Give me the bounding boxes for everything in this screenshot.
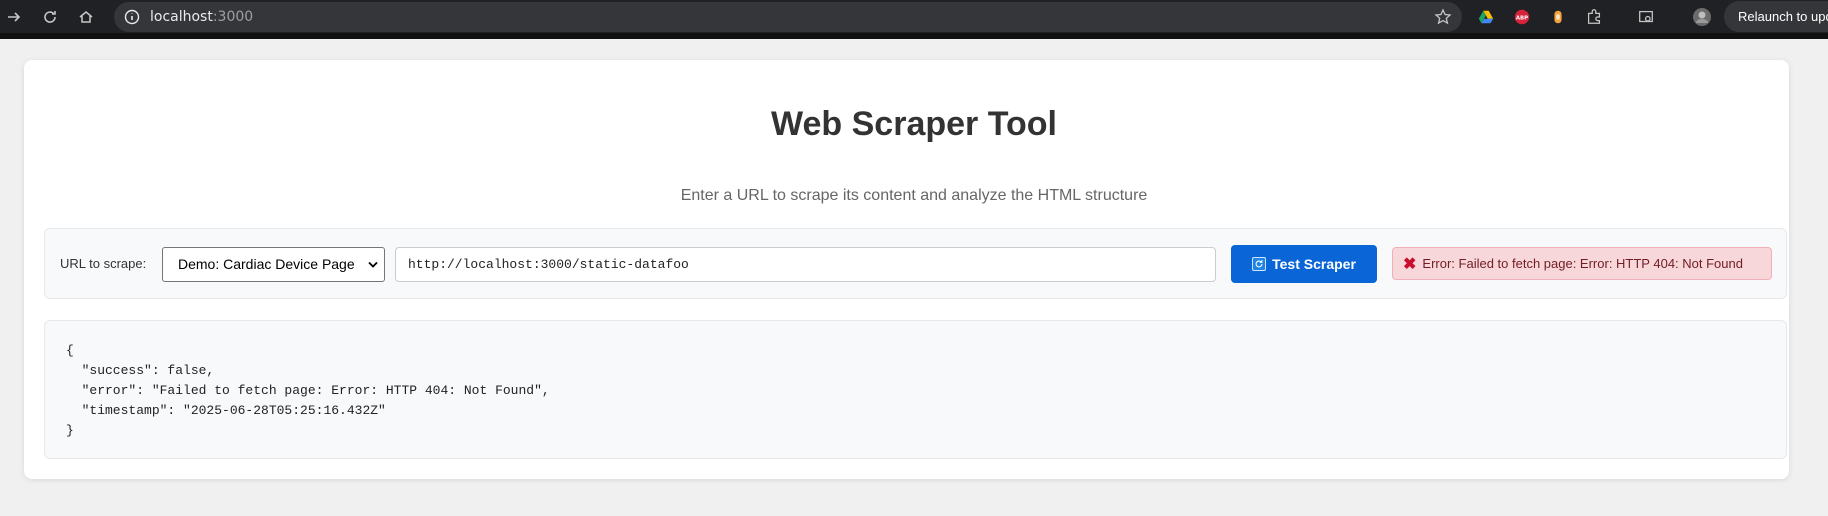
url-input[interactable]: http://localhost:3000/static-datafoo bbox=[395, 247, 1216, 282]
address-bar[interactable]: localhost:3000 bbox=[114, 2, 1462, 32]
svg-text:ABP: ABP bbox=[1516, 16, 1528, 22]
error-message: ✖ Error: Failed to fetch page: Error: HT… bbox=[1392, 247, 1772, 280]
json-output: { "success": false, "error": "Failed to … bbox=[66, 343, 550, 438]
page-title: Web Scraper Tool bbox=[771, 105, 1057, 143]
json-result: { "success": false, "error": "Failed to … bbox=[44, 320, 1787, 459]
button-label: Test Scraper bbox=[1272, 256, 1356, 272]
select-value: Demo: Cardiac Device Page bbox=[178, 256, 355, 272]
page-subtitle: Enter a URL to scrape its content and an… bbox=[680, 187, 1148, 204]
relaunch-button[interactable]: Relaunch to update bbox=[1724, 1, 1828, 32]
bookmark-star-icon[interactable] bbox=[1434, 8, 1452, 26]
forward-icon[interactable] bbox=[0, 3, 28, 31]
browser-toolbar: localhost:3000 ABP Relaunch to update bbox=[0, 0, 1828, 33]
url-label: URL to scrape: bbox=[60, 256, 147, 271]
tab-search-icon[interactable] bbox=[1636, 7, 1656, 27]
google-drive-icon[interactable] bbox=[1476, 7, 1496, 27]
chevron-down-icon bbox=[368, 261, 378, 268]
toolbar-divider bbox=[0, 33, 1828, 39]
reload-icon[interactable] bbox=[36, 3, 64, 31]
address-url: localhost:3000 bbox=[150, 9, 254, 25]
home-icon[interactable] bbox=[72, 3, 100, 31]
extension-icon[interactable] bbox=[1548, 7, 1568, 27]
profile-avatar-icon[interactable] bbox=[1692, 7, 1712, 27]
error-x-icon: ✖ bbox=[1403, 255, 1417, 273]
refresh-icon bbox=[1252, 257, 1267, 271]
scrape-form: URL to scrape: Demo: Cardiac Device Page… bbox=[44, 228, 1787, 299]
site-info-icon[interactable] bbox=[124, 9, 140, 25]
test-scraper-button[interactable]: Test Scraper bbox=[1231, 245, 1377, 283]
error-text: Error: Failed to fetch page: Error: HTTP… bbox=[1422, 256, 1743, 271]
adblock-plus-icon[interactable]: ABP bbox=[1512, 7, 1532, 27]
extensions-puzzle-icon[interactable] bbox=[1584, 7, 1604, 27]
demo-page-select[interactable]: Demo: Cardiac Device Page bbox=[162, 247, 385, 282]
